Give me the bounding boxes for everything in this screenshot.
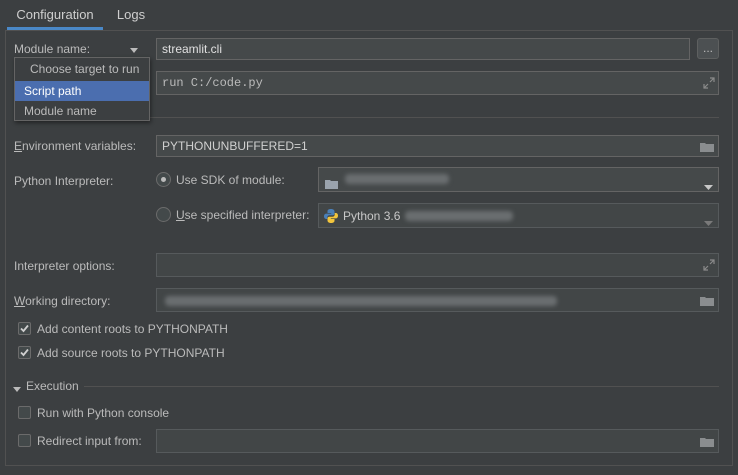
execution-header[interactable]: Execution (26, 379, 79, 393)
expand-icon[interactable] (703, 77, 715, 89)
execution-divider (84, 386, 719, 387)
interpreter-version: Python 3.6 (343, 209, 401, 223)
use-sdk-radio[interactable] (156, 172, 171, 187)
popup-title: Choose target to run (30, 62, 140, 76)
chevron-down-icon (704, 177, 713, 191)
source-roots-checkbox[interactable] (18, 346, 31, 359)
module-name-input[interactable]: streamlit.cli (156, 38, 690, 60)
section-divider (150, 117, 719, 118)
python-console-checkbox[interactable] (18, 406, 31, 419)
module-name-blurred (345, 174, 449, 184)
working-directory-label-text: orking directory: (25, 294, 111, 308)
chevron-down-icon (704, 213, 713, 227)
folder-icon[interactable] (700, 295, 714, 306)
use-specified-label[interactable]: Use specified interpreter: (176, 208, 309, 222)
module-name-label[interactable]: Module name: (14, 42, 90, 56)
content-roots-label[interactable]: Add content roots to PYTHONPATH (37, 322, 228, 336)
interpreter-name-blurred (405, 211, 513, 221)
use-sdk-label[interactable]: Use SDK of module: (176, 173, 285, 187)
sdk-module-select[interactable] (318, 167, 719, 192)
expand-icon[interactable] (703, 259, 715, 271)
collapse-triangle-icon[interactable] (13, 382, 21, 396)
module-folder-icon (325, 175, 338, 191)
use-specified-label-text: se specified interpreter: (184, 208, 310, 222)
content-roots-checkbox[interactable] (18, 322, 31, 335)
popup-item-script-path[interactable]: Script path (15, 81, 149, 101)
python-interpreter-label: Python Interpreter: (14, 174, 114, 188)
tab-bar: Configuration Logs (0, 0, 738, 30)
tab-configuration[interactable]: Configuration (7, 0, 103, 30)
target-popup: Choose target to run Script path Module … (14, 57, 150, 121)
parameters-input[interactable]: run C:/code.py (156, 71, 719, 95)
working-directory-input[interactable] (156, 288, 719, 312)
use-specified-radio[interactable] (156, 207, 171, 222)
working-directory-label: Working directory: (14, 294, 111, 308)
environment-variables-input[interactable]: PYTHONUNBUFFERED=1 (156, 135, 719, 157)
redirect-input-field[interactable] (156, 429, 719, 453)
folder-icon[interactable] (700, 436, 714, 447)
environment-variables-label-text: nvironment variables: (22, 139, 137, 153)
folder-icon[interactable] (700, 141, 714, 152)
chevron-down-icon[interactable] (129, 44, 139, 53)
environment-variables-label: Environment variables: (14, 139, 137, 153)
radio-selected-dot (161, 177, 166, 182)
popup-item-module-name[interactable]: Module name (15, 101, 149, 121)
redirect-input-label[interactable]: Redirect input from: (37, 434, 142, 448)
tab-logs[interactable]: Logs (107, 0, 155, 30)
source-roots-label[interactable]: Add source roots to PYTHONPATH (37, 346, 225, 360)
interpreter-options-label: Interpreter options: (14, 259, 115, 273)
specified-interpreter-select[interactable]: Python 3.6 (318, 203, 719, 228)
browse-button[interactable]: ... (697, 38, 719, 59)
working-directory-blurred (165, 296, 557, 306)
interpreter-options-input[interactable] (156, 253, 719, 277)
python-console-label[interactable]: Run with Python console (37, 406, 169, 420)
python-icon (324, 209, 338, 227)
redirect-input-checkbox[interactable] (18, 434, 31, 447)
